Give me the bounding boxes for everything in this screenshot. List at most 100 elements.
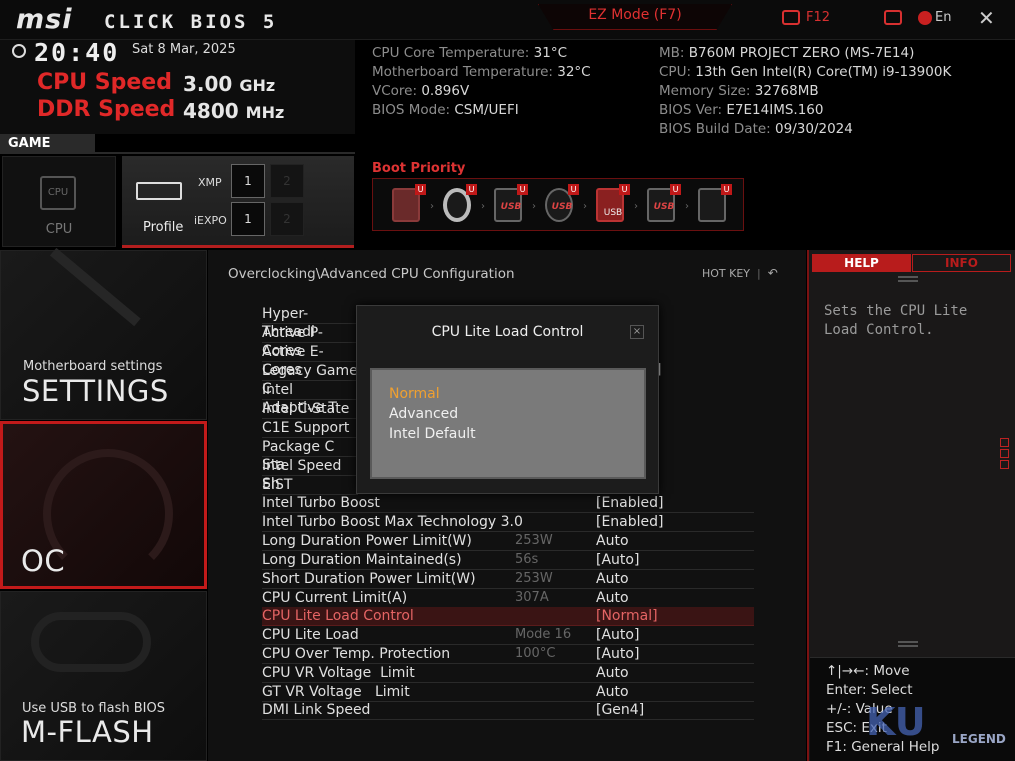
- info-label: CPU Core Temperature:: [372, 45, 530, 61]
- ddr-speed-number: 4800: [183, 99, 239, 123]
- setting-row[interactable]: GT VR Voltage Limit Auto: [262, 683, 754, 702]
- setting-name: Long Duration Maintained(s): [262, 552, 462, 568]
- boot-device-usb-key[interactable]: USB U: [596, 184, 630, 222]
- setting-row[interactable]: DMI Link Speed [Gen4]: [262, 701, 754, 720]
- setting-row[interactable]: Package C Sta: [262, 438, 358, 473]
- usb-text: USB: [500, 202, 522, 212]
- cpu-chip-icon: CPU: [40, 176, 76, 210]
- setting-row[interactable]: Long Duration Maintained(s) 56s [Auto]: [262, 551, 754, 570]
- scroll-handle-bottom[interactable]: [898, 641, 918, 647]
- xmp-slot-1[interactable]: 1: [231, 164, 265, 198]
- memory-line: Memory Size: 32768MB: [659, 82, 951, 101]
- info-value: 32768MB: [754, 83, 819, 99]
- marker: [1000, 438, 1009, 447]
- setting-row[interactable]: Hyper-Threadi: [262, 305, 358, 340]
- setting-row[interactable]: Intel Turbo Boost [Enabled]: [262, 494, 754, 513]
- dialog-title: CPU Lite Load Control: [431, 324, 584, 340]
- cpu-speed-number: 3.00: [183, 72, 233, 96]
- option-normal[interactable]: Normal: [389, 386, 440, 402]
- setting-row[interactable]: Active E-Cores: [262, 343, 358, 378]
- iexpo-label: iEXPO: [194, 214, 227, 227]
- cpu-speed-unit: GHz: [239, 76, 276, 95]
- dialog-close-icon[interactable]: ×: [630, 325, 644, 339]
- cpu-chip-text: CPU: [47, 187, 69, 198]
- tab-info[interactable]: INFO: [912, 254, 1011, 272]
- arrow-icon: ›: [685, 201, 689, 212]
- setting-row[interactable]: C1E Support: [262, 419, 358, 438]
- boot-device-optical[interactable]: U: [443, 184, 477, 222]
- info-label: BIOS Build Date:: [659, 121, 771, 137]
- uefi-badge: U: [568, 184, 579, 195]
- usb-text: USB: [603, 208, 623, 218]
- boot-device-hdd[interactable]: U: [392, 184, 426, 222]
- info-label: Memory Size:: [659, 83, 751, 99]
- xmp-slot-2[interactable]: 2: [270, 164, 304, 198]
- key-help-select: Enter: Select: [826, 682, 913, 698]
- clock: 20:40: [34, 38, 120, 67]
- oc-title: OC: [21, 544, 66, 578]
- setting-row[interactable]: Intel Adaptive T: [262, 381, 358, 416]
- tab-help[interactable]: HELP: [812, 254, 911, 272]
- ez-mode-button[interactable]: EZ Mode (F7): [538, 4, 732, 30]
- hotkey-button[interactable]: HOT KEY | ↶: [702, 266, 778, 280]
- setting-current: 253W: [515, 533, 553, 548]
- close-icon[interactable]: ✕: [978, 6, 995, 30]
- bios-date-line: BIOS Build Date: 09/30/2024: [659, 120, 951, 139]
- ddr-speed-value: 4800 MHz: [183, 99, 284, 123]
- option-advanced[interactable]: Advanced: [389, 406, 458, 422]
- language-button[interactable]: En: [918, 10, 951, 25]
- setting-row[interactable]: Intel Speed Sh: [262, 457, 358, 492]
- scroll-handle-top[interactable]: [898, 276, 918, 282]
- xmp-label: XMP: [198, 176, 222, 189]
- setting-row[interactable]: Intel Turbo Boost Max Technology 3.0 [Ena…: [262, 513, 754, 532]
- setting-row[interactable]: Long Duration Power Limit(W) 253W Auto: [262, 532, 754, 551]
- nav-mflash[interactable]: Use USB to flash BIOS M-FLASH: [0, 591, 207, 761]
- setting-current: 56s: [515, 552, 539, 567]
- arrow-icon: ›: [481, 201, 485, 212]
- setting-row-selected[interactable]: CPU Lite Load Control [Normal]: [262, 607, 754, 626]
- key-help-move: ↑|→←: Move: [826, 663, 910, 679]
- breadcrumb: Overclocking\Advanced CPU Configuration: [228, 266, 515, 282]
- boot-device-usb-cd[interactable]: USB U: [545, 184, 579, 222]
- setting-row[interactable]: Active P-Cores: [262, 324, 358, 359]
- setting-name: CPU Lite Load: [262, 627, 359, 643]
- option-intel-default[interactable]: Intel Default: [389, 426, 476, 442]
- setting-row[interactable]: EIST: [262, 476, 358, 495]
- back-icon[interactable]: ↶: [768, 266, 778, 280]
- search-button[interactable]: [884, 10, 908, 25]
- iexpo-slot-1[interactable]: 1: [231, 202, 265, 236]
- arrow-icon: ›: [532, 201, 536, 212]
- boot-device-network[interactable]: U: [698, 184, 732, 222]
- screenshot-f12-button[interactable]: F12: [782, 10, 830, 25]
- setting-row[interactable]: Intel C-State: [262, 400, 358, 419]
- setting-row[interactable]: CPU VR Voltage Limit Auto: [262, 664, 754, 683]
- profile-label: Profile: [143, 220, 184, 235]
- info-value: E7E14IMS.160: [726, 102, 824, 118]
- mflash-title: M-FLASH: [21, 715, 154, 749]
- setting-name: Long Duration Power Limit(W): [262, 533, 472, 549]
- nav-oc[interactable]: OC: [0, 421, 207, 589]
- sysinfo-left: CPU Core Temperature: 31°C Motherboard T…: [372, 44, 591, 120]
- info-value: 13th Gen Intel(R) Core(TM) i9-13900K: [695, 64, 952, 80]
- wrench-icon: [11, 247, 141, 373]
- search-icon: [884, 10, 902, 25]
- setting-name: CPU VR Voltage Limit: [262, 665, 415, 681]
- boot-device-usb-hdd[interactable]: USB U: [494, 184, 528, 222]
- setting-value: Auto: [596, 571, 629, 587]
- setting-name: EIST: [262, 477, 293, 493]
- nav-settings[interactable]: Motherboard settings SETTINGS: [0, 247, 207, 420]
- setting-row[interactable]: Legacy Game C: [262, 362, 358, 397]
- info-label: BIOS Mode:: [372, 102, 451, 118]
- setting-row[interactable]: CPU Lite Load Mode 16 [Auto]: [262, 626, 754, 645]
- setting-current: Mode 16: [515, 627, 572, 642]
- usb-text: USB: [653, 202, 675, 212]
- arrow-icon: ›: [430, 201, 434, 212]
- clock-icon: [12, 44, 26, 58]
- boot-device-usb-floppy[interactable]: USB U: [647, 184, 681, 222]
- setting-row[interactable]: Short Duration Power Limit(W) 253W Auto: [262, 570, 754, 589]
- ddr-speed-label: DDR Speed: [37, 97, 176, 122]
- iexpo-slot-2[interactable]: 2: [270, 202, 304, 236]
- cpu-speed-label: CPU Speed: [37, 70, 172, 95]
- setting-row[interactable]: CPU Current Limit(A) 307A Auto: [262, 589, 754, 608]
- setting-row[interactable]: CPU Over Temp. Protection 100°C [Auto]: [262, 645, 754, 664]
